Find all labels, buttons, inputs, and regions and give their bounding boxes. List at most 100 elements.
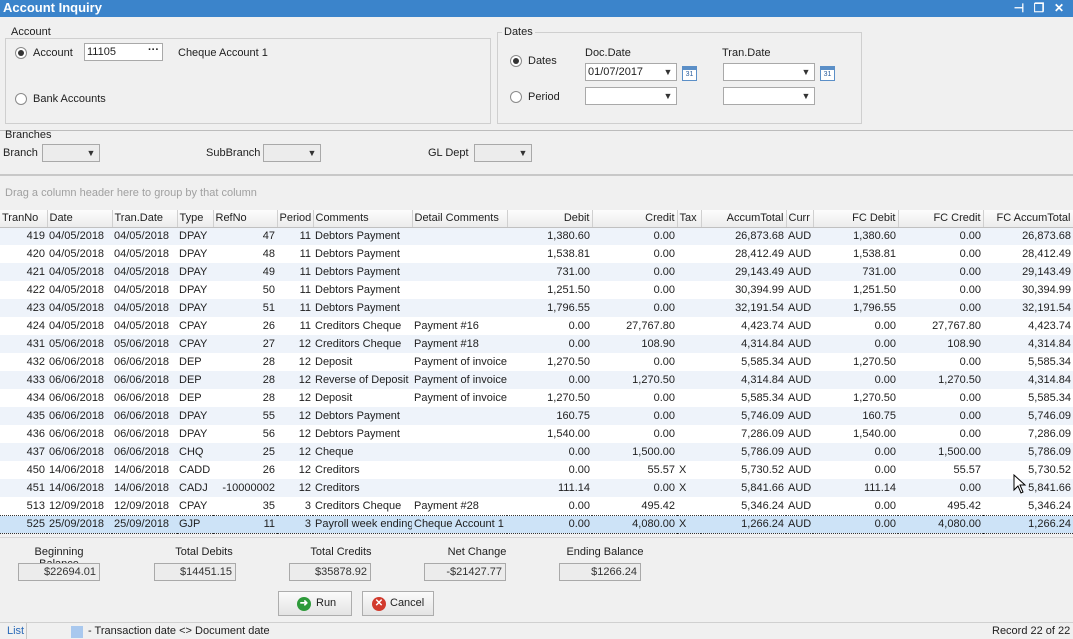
cell-fc-accum-total: 4,314.84: [983, 371, 1073, 389]
column-header-fc-accum-total[interactable]: FC AccumTotal: [983, 210, 1073, 228]
cell-period: 12: [277, 335, 313, 353]
column-header-period[interactable]: Period: [277, 210, 314, 228]
table-row[interactable]: 525 25/09/2018 25/09/2018 GJP 11 3 Payroll wee…: [0, 514, 1073, 534]
calendar-icon[interactable]: 31: [820, 66, 835, 81]
table-row[interactable]: 433 06/06/2018 06/06/2018 DEP 28 12 Reverse of…: [0, 371, 1073, 389]
cancel-button[interactable]: ✕ Cancel: [362, 591, 434, 616]
column-header-tax[interactable]: Tax: [677, 210, 702, 228]
cell-period: 12: [277, 443, 313, 461]
cell-curr: AUD: [788, 499, 812, 512]
cell-detail-comments: Payment of invoice: [414, 392, 507, 404]
cell-refno: 28: [213, 371, 277, 389]
column-header-comments[interactable]: Comments: [313, 210, 413, 228]
table-row[interactable]: 513 12/09/2018 12/09/2018 CPAY 35 3 Creditors …: [0, 497, 1073, 515]
column-header-fc-credit[interactable]: FC Credit: [898, 210, 984, 228]
cell-fc-debit: 1,796.55: [813, 299, 898, 317]
table-row[interactable]: 436 06/06/2018 06/06/2018 DPAY 56 12 Debtors P…: [0, 425, 1073, 443]
column-header-credit[interactable]: Credit: [592, 210, 678, 228]
table-row[interactable]: 422 04/05/2018 04/05/2018 DPAY 50 11 Debtors P…: [0, 281, 1073, 299]
cell-type: CADJ: [177, 479, 213, 497]
account-radio[interactable]: [15, 47, 27, 59]
branch-combo[interactable]: ▼: [42, 144, 100, 162]
cell-tax: [677, 245, 701, 263]
cell-comments: Debtors Payment: [315, 284, 400, 296]
table-row[interactable]: 431 05/06/2018 05/06/2018 CPAY 27 12 Creditors…: [0, 335, 1073, 353]
cell-detail-comments: [412, 407, 507, 425]
run-button[interactable]: ➜ Run: [278, 591, 352, 616]
cell-comments: Creditors Cheque: [315, 499, 402, 512]
branches-separator: [0, 130, 1073, 131]
doc-date-combo[interactable]: 01/07/2017 ▼: [585, 63, 677, 81]
cell-date: 06/06/2018: [49, 356, 105, 368]
gl-dept-combo[interactable]: ▼: [474, 144, 532, 162]
cell-curr: AUD: [788, 464, 812, 476]
cancel-icon: ✕: [372, 597, 386, 611]
cell-refno: 35: [262, 499, 275, 512]
column-header-refno[interactable]: RefNo: [213, 210, 278, 228]
chevron-down-icon: ▼: [801, 91, 811, 101]
column-header-accum-total[interactable]: AccumTotal: [701, 210, 787, 228]
cell-tran-date: 06/06/2018: [114, 356, 170, 368]
column-header-type[interactable]: Type: [177, 210, 214, 228]
ellipsis-button[interactable]: ···: [148, 44, 159, 58]
table-row[interactable]: 437 06/06/2018 06/06/2018 CHQ 25 12 Cheque 0.00…: [0, 443, 1073, 461]
table-row[interactable]: 432 06/06/2018 06/06/2018 DEP 28 12 Deposit Pay…: [0, 353, 1073, 371]
cell-accum-total: 32,191.54: [701, 299, 786, 317]
window-title: Account Inquiry: [3, 0, 102, 15]
subbranch-combo[interactable]: ▼: [263, 144, 321, 162]
cell-fc-accum-total: 7,286.09: [1028, 428, 1071, 440]
table-row[interactable]: 435 06/06/2018 06/06/2018 DPAY 55 12 Debtors P…: [0, 407, 1073, 425]
column-header-debit[interactable]: Debit: [507, 210, 593, 228]
cell-debit: 1,796.55: [507, 299, 592, 317]
cell-period: 11: [277, 263, 313, 281]
cell-debit: 0.00: [568, 320, 590, 332]
pin-icon[interactable]: ⊣: [1010, 0, 1028, 17]
cell-date: 06/06/2018: [47, 371, 112, 389]
dates-radio[interactable]: [510, 55, 522, 67]
close-icon[interactable]: ✕: [1050, 0, 1068, 17]
column-header-tran-date[interactable]: Tran.Date: [112, 210, 178, 228]
table-row[interactable]: 451 14/06/2018 14/06/2018 CADJ -10000002 12 Cr…: [0, 479, 1073, 497]
tran-date-combo[interactable]: ▼: [723, 63, 815, 81]
table-row[interactable]: 434 06/06/2018 06/06/2018 DEP 28 12 Deposit Pay…: [0, 389, 1073, 407]
table-row[interactable]: 421 04/05/2018 04/05/2018 DPAY 49 11 Debtors P…: [0, 263, 1073, 281]
table-row[interactable]: 450 14/06/2018 14/06/2018 CADD 26 12 Creditors…: [0, 461, 1073, 479]
cell-fc-credit: 1,500.00: [898, 443, 983, 461]
cell-period: 12: [277, 407, 313, 425]
cell-tranno: 437: [0, 443, 47, 461]
calendar-icon[interactable]: 31: [682, 66, 697, 81]
column-header-tranno[interactable]: TranNo: [0, 210, 48, 228]
period-to-combo[interactable]: ▼: [723, 87, 815, 105]
column-header-detail-comments[interactable]: Detail Comments: [412, 210, 508, 228]
column-header-fc-debit[interactable]: FC Debit: [813, 210, 899, 228]
cell-accum-total: 5,746.09: [701, 407, 786, 425]
account-input[interactable]: 11105 ···: [84, 43, 163, 61]
bank-accounts-radio[interactable]: [15, 93, 27, 105]
restore-icon[interactable]: ❐: [1030, 0, 1048, 17]
cell-tranno: 525: [0, 514, 47, 534]
cell-curr: AUD: [786, 479, 813, 497]
cell-curr: AUD: [786, 227, 813, 245]
cell-tax: [677, 335, 701, 353]
cell-fc-credit: 0.00: [959, 428, 981, 440]
cell-period: 3: [304, 499, 311, 512]
list-tab[interactable]: List: [7, 624, 24, 638]
chevron-down-icon: ▼: [801, 67, 811, 77]
cell-tax: [677, 389, 701, 407]
cell-refno: 49: [213, 263, 277, 281]
cell-fc-debit: 0.00: [874, 464, 896, 476]
column-header-curr[interactable]: Curr: [786, 210, 814, 228]
cell-fc-credit: 4,080.00: [898, 514, 983, 534]
column-header-date[interactable]: Date: [47, 210, 113, 228]
cell-type: CPAY: [179, 499, 208, 512]
table-row[interactable]: 424 04/05/2018 04/05/2018 CPAY 26 11 Creditors…: [0, 317, 1073, 335]
table-row[interactable]: 420 04/05/2018 04/05/2018 DPAY 48 11 Debtors P…: [0, 245, 1073, 263]
cell-type: DEP: [179, 356, 202, 368]
table-row[interactable]: 423 04/05/2018 04/05/2018 DPAY 51 11 Debtors P…: [0, 299, 1073, 317]
group-by-panel[interactable]: Drag a column header here to group by th…: [0, 174, 1073, 210]
period-from-combo[interactable]: ▼: [585, 87, 677, 105]
table-row[interactable]: 419 04/05/2018 04/05/2018 DPAY 47 11 Debtors P…: [0, 227, 1073, 245]
period-radio[interactable]: [510, 91, 522, 103]
cell-tran-date: 06/06/2018: [114, 392, 170, 404]
transactions-grid[interactable]: TranNo Date Tran.Date Type RefNo Period Commen…: [0, 210, 1073, 534]
